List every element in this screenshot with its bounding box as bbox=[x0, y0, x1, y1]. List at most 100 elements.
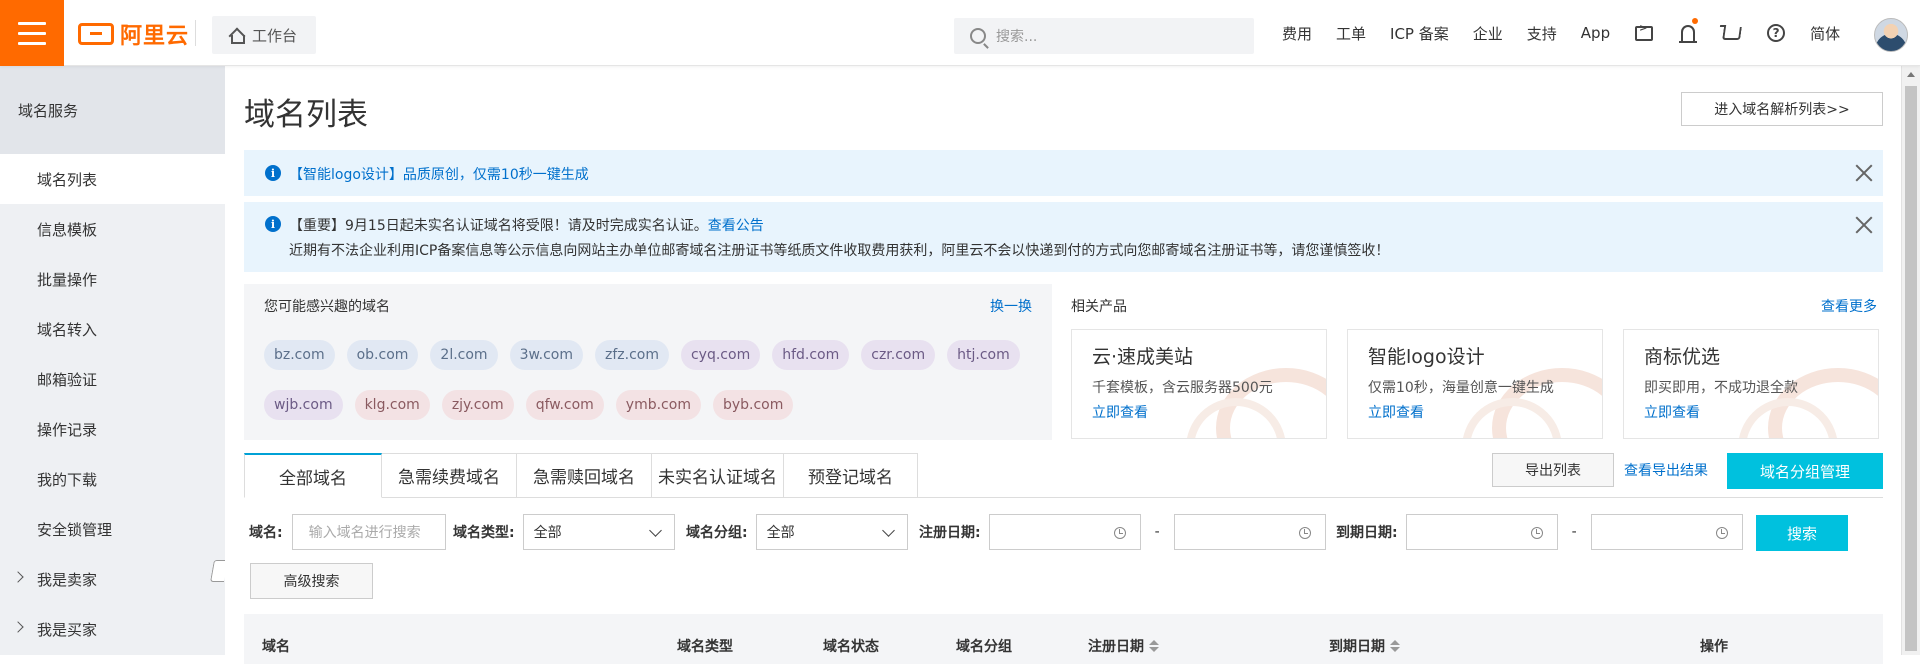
domain-tag[interactable]: 3w.com bbox=[509, 340, 583, 370]
product-desc: 千套模板，含云服务器500元 bbox=[1092, 380, 1273, 396]
domain-tag[interactable]: klg.com bbox=[354, 390, 430, 420]
tab-renew-urgent[interactable]: 急需续费域名 bbox=[382, 453, 517, 498]
col-reg-date-label: 注册日期 bbox=[1088, 639, 1144, 655]
domain-tag[interactable]: bz.com bbox=[264, 340, 335, 370]
chevron-right-icon bbox=[12, 571, 24, 583]
chevron-right-icon bbox=[12, 621, 24, 633]
refresh-link[interactable]: 换一换 bbox=[990, 296, 1032, 316]
goto-dns-list-button[interactable]: 进入域名解析列表>> bbox=[1681, 92, 1883, 126]
sidebar-item-label: 我的下载 bbox=[37, 470, 98, 489]
scroll-up-icon[interactable] bbox=[1907, 72, 1915, 77]
domain-group-select[interactable]: 全部 bbox=[755, 514, 908, 550]
reg-date-start[interactable] bbox=[988, 514, 1141, 550]
domain-tag[interactable]: ob.com bbox=[346, 340, 419, 370]
clock-icon bbox=[1530, 527, 1543, 539]
nav-support[interactable]: 支持 bbox=[1515, 23, 1569, 44]
group-filter-label: 域名分组: bbox=[686, 525, 748, 541]
workbench-button[interactable]: 工作台 bbox=[212, 16, 316, 54]
cart-button[interactable] bbox=[1710, 0, 1754, 66]
menu-icon[interactable] bbox=[0, 0, 64, 66]
domain-tag[interactable]: htj.com bbox=[947, 340, 1020, 370]
search-button[interactable]: 搜索 bbox=[1756, 515, 1848, 551]
product-desc: 仅需10秒，海量创意一键生成 bbox=[1368, 380, 1554, 396]
tab-preregistered[interactable]: 预登记域名 bbox=[784, 453, 918, 498]
product-link[interactable]: 立即查看 bbox=[1092, 402, 1148, 422]
export-list-button[interactable]: 导出列表 bbox=[1492, 453, 1614, 487]
product-card[interactable]: 智能logo设计 仅需10秒，海量创意一键生成 立即查看 bbox=[1347, 329, 1603, 439]
main-content: 域名列表 进入域名解析列表>> i 【智能logo设计】品质原创，仅需10秒一键… bbox=[225, 66, 1901, 664]
nav-enterprise[interactable]: 企业 bbox=[1461, 23, 1515, 44]
advanced-search-button[interactable]: 高级搜索 bbox=[250, 563, 373, 599]
view-more-link[interactable]: 查看更多 bbox=[1821, 296, 1877, 316]
domain-type-select[interactable]: 全部 bbox=[522, 514, 675, 550]
nav-ticket[interactable]: 工单 bbox=[1324, 23, 1378, 44]
tab-redeem-urgent[interactable]: 急需赎回域名 bbox=[517, 453, 652, 498]
sidebar-item-email-verify[interactable]: 邮箱验证 bbox=[0, 354, 225, 404]
important-notice-line1: 【重要】9月15日起未实名认证域名将受限！请及时完成实名认证。查看公告 bbox=[289, 215, 764, 235]
help-button[interactable]: ? bbox=[1754, 0, 1798, 66]
language-switch[interactable]: 简体 bbox=[1798, 23, 1852, 44]
col-exp-date[interactable]: 到期日期 bbox=[1329, 636, 1401, 656]
sort-icon[interactable] bbox=[1389, 640, 1401, 654]
domain-search-field[interactable]: 输入域名进行搜索 bbox=[291, 514, 446, 550]
domain-tag[interactable]: qfw.com bbox=[525, 390, 604, 420]
domain-tag[interactable]: cyq.com bbox=[680, 340, 761, 370]
date-range-sep: - bbox=[1154, 524, 1160, 540]
sidebar-item-label: 域名转入 bbox=[37, 320, 98, 339]
domain-tag[interactable]: byb.com bbox=[712, 390, 794, 420]
domain-tag[interactable]: 2l.com bbox=[430, 340, 498, 370]
page-scrollbar[interactable] bbox=[1901, 66, 1920, 655]
domain-tag[interactable]: zjy.com bbox=[441, 390, 514, 420]
date-range-sep: - bbox=[1571, 524, 1577, 540]
cart-icon bbox=[1722, 26, 1743, 40]
close-icon[interactable] bbox=[1853, 214, 1875, 236]
domain-tag[interactable]: ymb.com bbox=[615, 390, 701, 420]
product-card[interactable]: 商标优选 即买即用，不成功退全款 立即查看 bbox=[1623, 329, 1879, 439]
chevron-down-icon bbox=[648, 524, 662, 537]
group-management-button[interactable]: 域名分组管理 bbox=[1727, 453, 1883, 489]
nav-fees[interactable]: 费用 bbox=[1270, 23, 1324, 44]
exp-date-start[interactable] bbox=[1405, 514, 1558, 550]
sidebar-item-batch[interactable]: 批量操作 bbox=[0, 254, 225, 304]
export-result-link[interactable]: 查看导出结果 bbox=[1624, 460, 1708, 480]
sidebar-item-transfer[interactable]: 域名转入 bbox=[0, 304, 225, 354]
aliyun-logo[interactable]: 阿里云 bbox=[78, 20, 190, 49]
product-name: 商标优选 bbox=[1644, 346, 1721, 368]
nav-icp[interactable]: ICP 备案 bbox=[1378, 23, 1461, 44]
scroll-thumb[interactable] bbox=[1905, 86, 1917, 651]
product-link[interactable]: 立即查看 bbox=[1368, 402, 1424, 422]
sidebar-item-security-lock[interactable]: 安全锁管理 bbox=[0, 504, 225, 554]
logo-text: 阿里云 bbox=[120, 24, 190, 49]
product-link[interactable]: 立即查看 bbox=[1644, 402, 1700, 422]
sort-icon[interactable] bbox=[1148, 640, 1160, 654]
exp-date-end[interactable] bbox=[1590, 514, 1743, 550]
view-announcement-link[interactable]: 查看公告 bbox=[708, 218, 764, 234]
sidebar-item-label: 批量操作 bbox=[37, 270, 98, 289]
notification-button[interactable] bbox=[1666, 0, 1710, 66]
col-reg-date[interactable]: 注册日期 bbox=[1088, 636, 1160, 656]
product-card[interactable]: 云·速成美站 千套模板，含云服务器500元 立即查看 bbox=[1071, 329, 1327, 439]
domain-tag[interactable]: hfd.com bbox=[772, 340, 850, 370]
terminal-button[interactable] bbox=[1622, 0, 1666, 66]
sidebar-item-buyer[interactable]: 我是买家 bbox=[0, 604, 225, 654]
tab-all-domains[interactable]: 全部域名 bbox=[244, 453, 382, 498]
domain-tag[interactable]: zfz.com bbox=[595, 340, 669, 370]
col-domain-type: 域名类型 bbox=[677, 639, 733, 655]
sidebar-item-seller[interactable]: 我是卖家 bbox=[0, 554, 225, 604]
sidebar-item-logs[interactable]: 操作记录 bbox=[0, 404, 225, 454]
search-input[interactable]: 搜索... bbox=[954, 18, 1254, 54]
domain-group-value: 全部 bbox=[766, 525, 795, 541]
sidebar-item-label: 操作记录 bbox=[37, 420, 98, 439]
domain-tag[interactable]: wjb.com bbox=[264, 390, 343, 420]
close-icon[interactable] bbox=[1853, 162, 1875, 184]
avatar[interactable] bbox=[1874, 18, 1908, 52]
nav-app[interactable]: App bbox=[1569, 24, 1622, 42]
reg-date-end[interactable] bbox=[1173, 514, 1326, 550]
divider bbox=[195, 20, 196, 46]
promo-notice-text[interactable]: 【智能logo设计】品质原创，仅需10秒一键生成 bbox=[289, 164, 589, 184]
tab-unverified[interactable]: 未实名认证域名 bbox=[652, 453, 784, 498]
domain-tag[interactable]: czr.com bbox=[861, 340, 936, 370]
sidebar-item-domain-list[interactable]: 域名列表 bbox=[0, 154, 225, 204]
sidebar-item-info-template[interactable]: 信息模板 bbox=[0, 204, 225, 254]
sidebar-item-downloads[interactable]: 我的下载 bbox=[0, 454, 225, 504]
